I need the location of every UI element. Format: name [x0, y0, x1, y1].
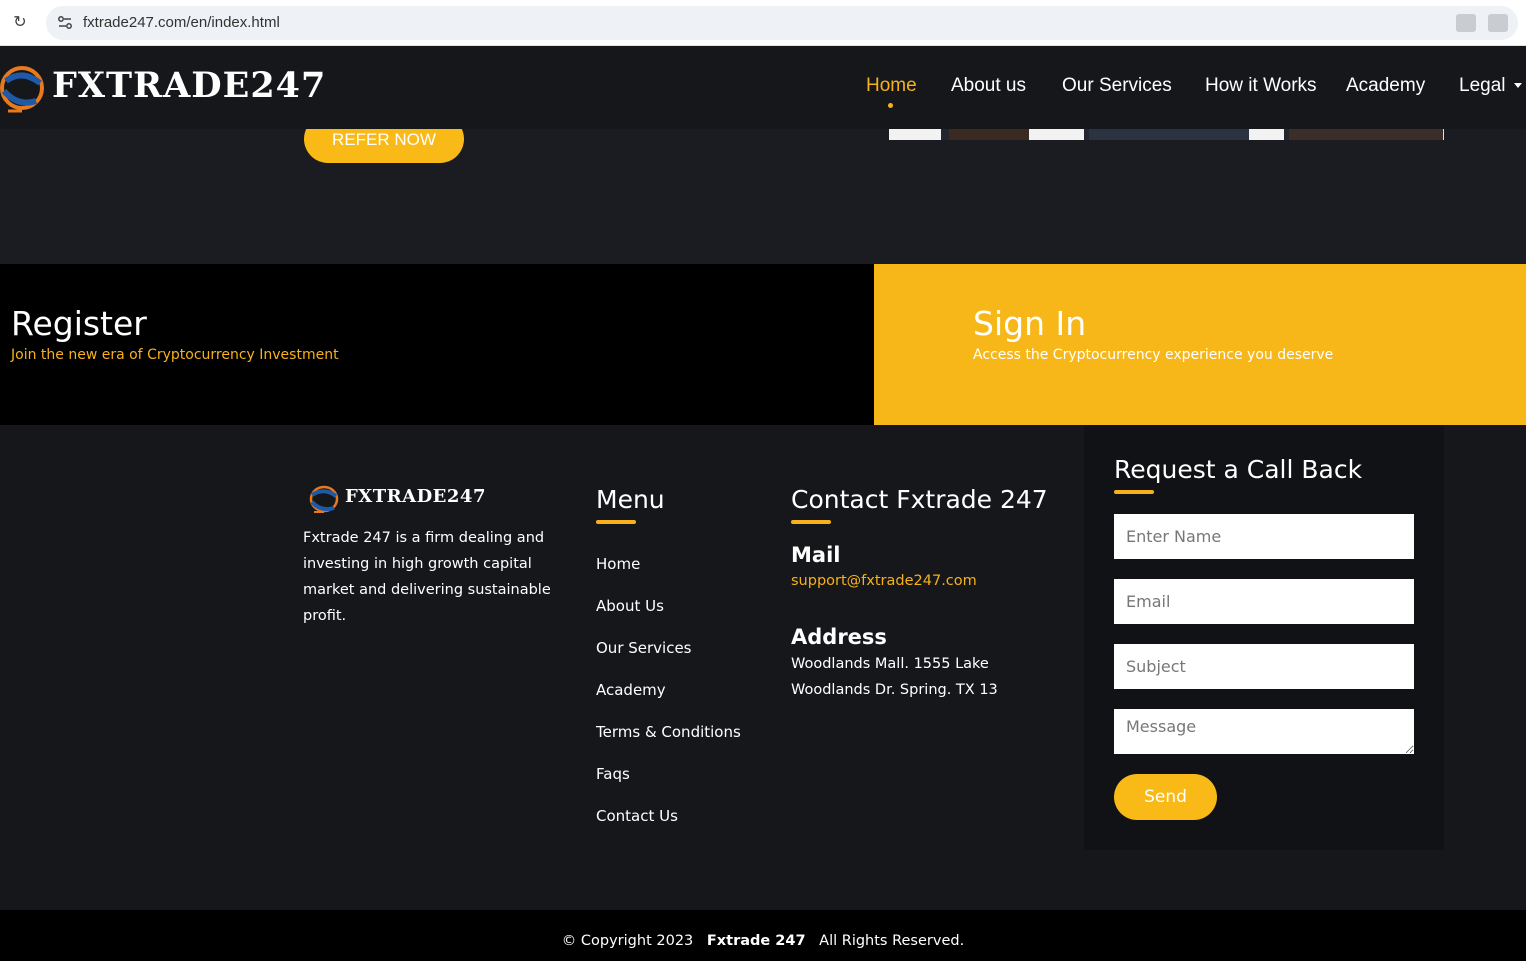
footer-link-faqs[interactable]: Faqs [596, 765, 630, 783]
contact-heading: Contact Fxtrade 247 [791, 485, 1048, 514]
caret-down-icon [1513, 83, 1522, 89]
footer-link-our-services[interactable]: Our Services [596, 639, 692, 657]
copyright-brand[interactable]: Fxtrade 247 [707, 933, 806, 949]
reload-icon[interactable]: ↻ [10, 12, 30, 32]
browser-toolbar: ↻ fxtrade247.com/en/index.html [0, 0, 1526, 46]
subject-input[interactable] [1114, 644, 1414, 689]
nav-legal[interactable]: Legal [1459, 75, 1522, 97]
footer-link-terms[interactable]: Terms & Conditions [596, 723, 741, 741]
footer-link-home[interactable]: Home [596, 555, 640, 573]
address-bar[interactable]: fxtrade247.com/en/index.html [46, 6, 1518, 40]
email-input[interactable] [1114, 579, 1414, 624]
image-fragment [1289, 129, 1443, 140]
active-indicator [888, 103, 893, 108]
callback-title: Request a Call Back [1114, 455, 1363, 484]
address-text: Woodlands Mall. 1555 Lake Woodlands Dr. … [791, 656, 998, 698]
image-fragment [1249, 129, 1284, 140]
profile-icon[interactable] [1488, 14, 1508, 32]
menu-heading-underline [596, 520, 636, 524]
nav-about-us[interactable]: About us [951, 75, 1026, 97]
extension-icon[interactable] [1456, 14, 1476, 32]
copyright-suffix: All Rights Reserved. [819, 933, 965, 949]
nav-legal-label: Legal [1459, 75, 1506, 96]
footer-about-text: Fxtrade 247 is a firm dealing and invest… [303, 530, 551, 624]
register-panel[interactable]: Register Join the new era of Cryptocurre… [0, 264, 874, 425]
callback-title-underline [1114, 490, 1154, 494]
name-input[interactable] [1114, 514, 1414, 559]
footer-link-about-us[interactable]: About Us [596, 597, 664, 615]
image-fragment [1029, 129, 1084, 140]
signin-subtitle: Access the Cryptocurrency experience you… [973, 347, 1334, 363]
nav-how-it-works[interactable]: How it Works [1205, 75, 1317, 97]
hero-image [889, 129, 1444, 140]
mail-label: Mail [791, 543, 841, 567]
footer-link-academy[interactable]: Academy [596, 681, 666, 699]
message-textarea[interactable] [1114, 709, 1414, 754]
mail-link[interactable]: support@fxtrade247.com [791, 573, 977, 589]
footer-logo-text[interactable]: FXTRADE247 [345, 486, 486, 507]
copyright-prefix: © Copyright 2023 [561, 933, 694, 949]
contact-heading-underline [791, 520, 831, 524]
referral-section: REFER NOW [0, 115, 1526, 264]
copyright-bar: © Copyright 2023 Fxtrade 247 All Rights … [0, 910, 1526, 961]
footer-link-contact-us[interactable]: Contact Us [596, 807, 678, 825]
signin-panel[interactable]: Sign In Access the Cryptocurrency experi… [874, 264, 1526, 425]
address-label: Address [791, 625, 887, 649]
copyright-text: © Copyright 2023 Fxtrade 247 All Rights … [0, 933, 1526, 949]
menu-heading: Menu [596, 485, 665, 514]
register-title[interactable]: Register [11, 304, 147, 343]
nav-home[interactable]: Home [866, 75, 917, 97]
nav-our-services[interactable]: Our Services [1062, 75, 1172, 97]
register-subtitle: Join the new era of Cryptocurrency Inves… [11, 347, 339, 363]
nav-academy[interactable]: Academy [1346, 75, 1425, 97]
callback-form: Request a Call Back Send [1084, 425, 1444, 850]
footer-logo-icon[interactable] [308, 484, 342, 514]
signin-title[interactable]: Sign In [973, 304, 1086, 343]
site-footer: FXTRADE247 Fxtrade 247 is a firm dealing… [0, 425, 1526, 910]
main-nav: Home About us Our Services How it Works … [0, 47, 1526, 129]
image-fragment [889, 129, 941, 140]
image-fragment [1089, 129, 1249, 140]
send-button[interactable]: Send [1114, 774, 1217, 820]
image-fragment [949, 129, 1029, 140]
site-header: FXTRADE247 Home About us Our Services Ho… [0, 47, 1526, 129]
url-text[interactable]: fxtrade247.com/en/index.html [83, 14, 280, 31]
site-settings-icon[interactable] [56, 14, 74, 32]
